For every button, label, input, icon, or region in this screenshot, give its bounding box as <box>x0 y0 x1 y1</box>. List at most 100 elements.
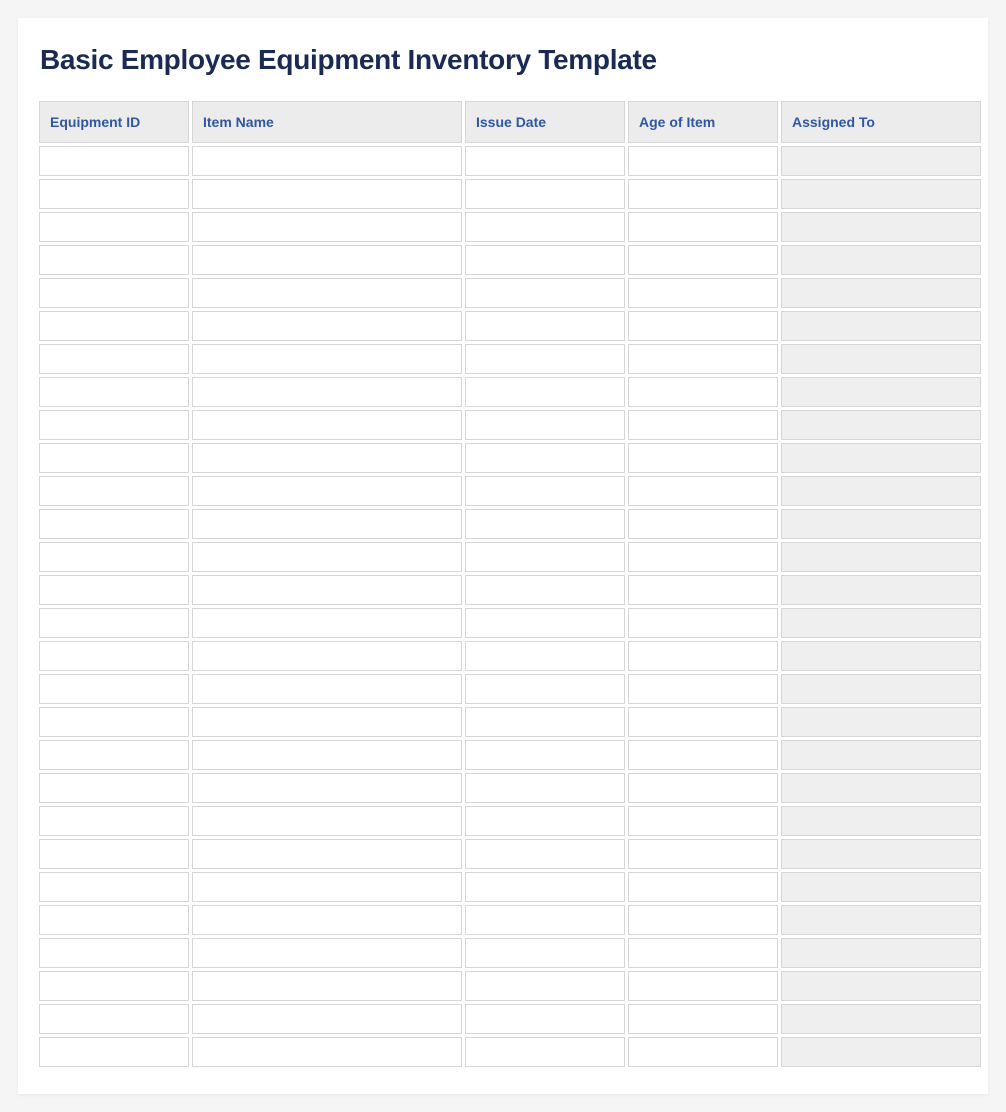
cell-item-name[interactable] <box>192 509 462 539</box>
cell-assigned-to[interactable] <box>781 476 981 506</box>
cell-equipment-id[interactable] <box>39 212 189 242</box>
cell-item-name[interactable] <box>192 905 462 935</box>
cell-age-of-item[interactable] <box>628 641 778 671</box>
cell-age-of-item[interactable] <box>628 212 778 242</box>
cell-assigned-to[interactable] <box>781 1004 981 1034</box>
cell-equipment-id[interactable] <box>39 773 189 803</box>
cell-item-name[interactable] <box>192 212 462 242</box>
cell-age-of-item[interactable] <box>628 179 778 209</box>
cell-issue-date[interactable] <box>465 278 625 308</box>
cell-equipment-id[interactable] <box>39 938 189 968</box>
cell-assigned-to[interactable] <box>781 245 981 275</box>
cell-equipment-id[interactable] <box>39 509 189 539</box>
cell-assigned-to[interactable] <box>781 872 981 902</box>
cell-assigned-to[interactable] <box>781 905 981 935</box>
cell-issue-date[interactable] <box>465 674 625 704</box>
cell-issue-date[interactable] <box>465 971 625 1001</box>
cell-item-name[interactable] <box>192 179 462 209</box>
cell-item-name[interactable] <box>192 377 462 407</box>
cell-issue-date[interactable] <box>465 146 625 176</box>
cell-age-of-item[interactable] <box>628 740 778 770</box>
cell-age-of-item[interactable] <box>628 938 778 968</box>
cell-item-name[interactable] <box>192 938 462 968</box>
cell-issue-date[interactable] <box>465 707 625 737</box>
cell-equipment-id[interactable] <box>39 476 189 506</box>
cell-equipment-id[interactable] <box>39 245 189 275</box>
cell-equipment-id[interactable] <box>39 146 189 176</box>
cell-age-of-item[interactable] <box>628 1037 778 1067</box>
cell-age-of-item[interactable] <box>628 674 778 704</box>
cell-item-name[interactable] <box>192 1037 462 1067</box>
cell-item-name[interactable] <box>192 443 462 473</box>
cell-equipment-id[interactable] <box>39 575 189 605</box>
cell-issue-date[interactable] <box>465 1004 625 1034</box>
cell-item-name[interactable] <box>192 872 462 902</box>
cell-issue-date[interactable] <box>465 608 625 638</box>
cell-item-name[interactable] <box>192 773 462 803</box>
cell-item-name[interactable] <box>192 542 462 572</box>
cell-equipment-id[interactable] <box>39 641 189 671</box>
cell-equipment-id[interactable] <box>39 311 189 341</box>
cell-issue-date[interactable] <box>465 740 625 770</box>
cell-assigned-to[interactable] <box>781 938 981 968</box>
cell-issue-date[interactable] <box>465 179 625 209</box>
cell-equipment-id[interactable] <box>39 278 189 308</box>
cell-age-of-item[interactable] <box>628 476 778 506</box>
cell-age-of-item[interactable] <box>628 608 778 638</box>
cell-age-of-item[interactable] <box>628 410 778 440</box>
cell-item-name[interactable] <box>192 608 462 638</box>
cell-item-name[interactable] <box>192 707 462 737</box>
cell-age-of-item[interactable] <box>628 245 778 275</box>
cell-equipment-id[interactable] <box>39 905 189 935</box>
cell-equipment-id[interactable] <box>39 674 189 704</box>
cell-item-name[interactable] <box>192 839 462 869</box>
cell-equipment-id[interactable] <box>39 608 189 638</box>
cell-issue-date[interactable] <box>465 806 625 836</box>
cell-age-of-item[interactable] <box>628 146 778 176</box>
cell-assigned-to[interactable] <box>781 971 981 1001</box>
cell-issue-date[interactable] <box>465 938 625 968</box>
cell-equipment-id[interactable] <box>39 377 189 407</box>
cell-issue-date[interactable] <box>465 212 625 242</box>
cell-assigned-to[interactable] <box>781 212 981 242</box>
cell-age-of-item[interactable] <box>628 707 778 737</box>
cell-issue-date[interactable] <box>465 476 625 506</box>
cell-item-name[interactable] <box>192 278 462 308</box>
cell-issue-date[interactable] <box>465 509 625 539</box>
cell-assigned-to[interactable] <box>781 608 981 638</box>
cell-assigned-to[interactable] <box>781 377 981 407</box>
cell-item-name[interactable] <box>192 245 462 275</box>
cell-equipment-id[interactable] <box>39 707 189 737</box>
cell-item-name[interactable] <box>192 575 462 605</box>
cell-equipment-id[interactable] <box>39 344 189 374</box>
cell-assigned-to[interactable] <box>781 773 981 803</box>
cell-assigned-to[interactable] <box>781 839 981 869</box>
cell-age-of-item[interactable] <box>628 278 778 308</box>
cell-age-of-item[interactable] <box>628 542 778 572</box>
cell-equipment-id[interactable] <box>39 1037 189 1067</box>
cell-issue-date[interactable] <box>465 773 625 803</box>
cell-age-of-item[interactable] <box>628 806 778 836</box>
cell-issue-date[interactable] <box>465 1037 625 1067</box>
cell-assigned-to[interactable] <box>781 509 981 539</box>
cell-assigned-to[interactable] <box>781 278 981 308</box>
cell-item-name[interactable] <box>192 641 462 671</box>
cell-issue-date[interactable] <box>465 542 625 572</box>
cell-assigned-to[interactable] <box>781 1037 981 1067</box>
cell-item-name[interactable] <box>192 971 462 1001</box>
cell-age-of-item[interactable] <box>628 311 778 341</box>
cell-age-of-item[interactable] <box>628 971 778 1001</box>
cell-assigned-to[interactable] <box>781 674 981 704</box>
cell-assigned-to[interactable] <box>781 311 981 341</box>
cell-assigned-to[interactable] <box>781 443 981 473</box>
cell-assigned-to[interactable] <box>781 740 981 770</box>
cell-issue-date[interactable] <box>465 344 625 374</box>
cell-age-of-item[interactable] <box>628 1004 778 1034</box>
cell-item-name[interactable] <box>192 740 462 770</box>
cell-equipment-id[interactable] <box>39 1004 189 1034</box>
cell-equipment-id[interactable] <box>39 806 189 836</box>
cell-equipment-id[interactable] <box>39 410 189 440</box>
cell-age-of-item[interactable] <box>628 839 778 869</box>
cell-item-name[interactable] <box>192 1004 462 1034</box>
cell-equipment-id[interactable] <box>39 542 189 572</box>
